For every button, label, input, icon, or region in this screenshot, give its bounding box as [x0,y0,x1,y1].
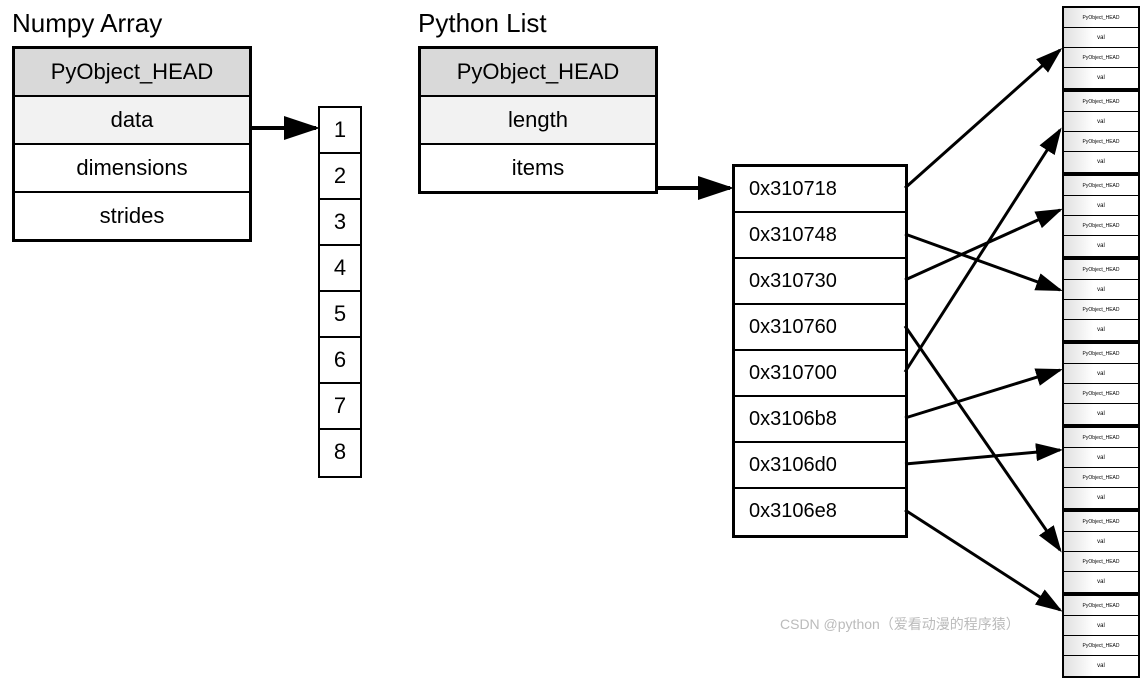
pyobject-val: val [1064,112,1138,132]
pointer-cell: 0x310760 [735,305,905,351]
pointer-cell: 0x3106e8 [735,489,905,535]
pyobject-header: PyObject_HEAD [1064,260,1138,280]
numpy-row-strides: strides [15,193,249,239]
pointer-cell: 0x3106b8 [735,397,905,443]
pyobject-region: PyObject_HEADvalPyObject_HEADval [1062,342,1140,426]
pyobject-header: PyObject_HEAD [1064,300,1138,320]
pylist-row-length: length [421,97,655,145]
array-cell: 5 [320,292,360,338]
pyobject-header: PyObject_HEAD [1064,384,1138,404]
pyobject-val: val [1064,616,1138,636]
pyobject-header: PyObject_HEAD [1064,176,1138,196]
pylist-header: PyObject_HEAD [421,49,655,97]
array-cell: 2 [320,154,360,200]
pyobject-val: val [1064,656,1138,676]
numpy-data-array: 1 2 3 4 5 6 7 8 [318,106,362,478]
numpy-header: PyObject_HEAD [15,49,249,97]
pointer-cell: 0x310718 [735,167,905,213]
array-cell: 1 [320,108,360,154]
pyobject-region: PyObject_HEADvalPyObject_HEADval [1062,594,1140,678]
pyobject-region: PyObject_HEADvalPyObject_HEADval [1062,174,1140,258]
pyobject-val: val [1064,488,1138,508]
array-cell: 8 [320,430,360,476]
array-cell: 3 [320,200,360,246]
pyobject-val: val [1064,28,1138,48]
array-cell: 7 [320,384,360,430]
pointer-array: 0x310718 0x310748 0x310730 0x310760 0x31… [732,164,908,538]
pyobject-header: PyObject_HEAD [1064,132,1138,152]
pyobject-header: PyObject_HEAD [1064,428,1138,448]
pointer-cell: 0x310748 [735,213,905,259]
pyobject-val: val [1064,320,1138,340]
pyobject-val: val [1064,532,1138,552]
pyobject-val: val [1064,404,1138,424]
pyobject-header: PyObject_HEAD [1064,636,1138,656]
pylist-struct: PyObject_HEAD length items [418,46,658,194]
pyobject-region: PyObject_HEADvalPyObject_HEADval [1062,426,1140,510]
pyobject-val: val [1064,280,1138,300]
array-cell: 4 [320,246,360,292]
pyobject-val: val [1064,448,1138,468]
pointer-cell: 0x3106d0 [735,443,905,489]
pyobject-region: PyObject_HEADvalPyObject_HEADval [1062,90,1140,174]
pyobject-header: PyObject_HEAD [1064,48,1138,68]
pyobject-header: PyObject_HEAD [1064,512,1138,532]
pyobject-val: val [1064,196,1138,216]
pyobject-region: PyObject_HEADvalPyObject_HEADval [1062,510,1140,594]
pyobject-val: val [1064,364,1138,384]
pyobject-header: PyObject_HEAD [1064,92,1138,112]
array-cell: 6 [320,338,360,384]
pyobject-header: PyObject_HEAD [1064,8,1138,28]
pylist-row-items: items [421,145,655,191]
numpy-row-data: data [15,97,249,145]
pointer-cell: 0x310730 [735,259,905,305]
pointer-cell: 0x310700 [735,351,905,397]
pyobject-val: val [1064,152,1138,172]
pylist-title: Python List [418,8,547,39]
numpy-struct: PyObject_HEAD data dimensions strides [12,46,252,242]
watermark: CSDN @python（爱看动漫的程序猿） [780,614,1020,634]
numpy-row-dimensions: dimensions [15,145,249,193]
pyobject-val: val [1064,68,1138,88]
pyobject-header: PyObject_HEAD [1064,552,1138,572]
pyobject-column: PyObject_HEADvalPyObject_HEADvalPyObject… [1062,6,1140,678]
pyobject-val: val [1064,236,1138,256]
pyobject-region: PyObject_HEADvalPyObject_HEADval [1062,6,1140,90]
numpy-title: Numpy Array [12,8,162,39]
pyobject-header: PyObject_HEAD [1064,344,1138,364]
pyobject-header: PyObject_HEAD [1064,216,1138,236]
pyobject-val: val [1064,572,1138,592]
pyobject-region: PyObject_HEADvalPyObject_HEADval [1062,258,1140,342]
pyobject-header: PyObject_HEAD [1064,468,1138,488]
pyobject-header: PyObject_HEAD [1064,596,1138,616]
